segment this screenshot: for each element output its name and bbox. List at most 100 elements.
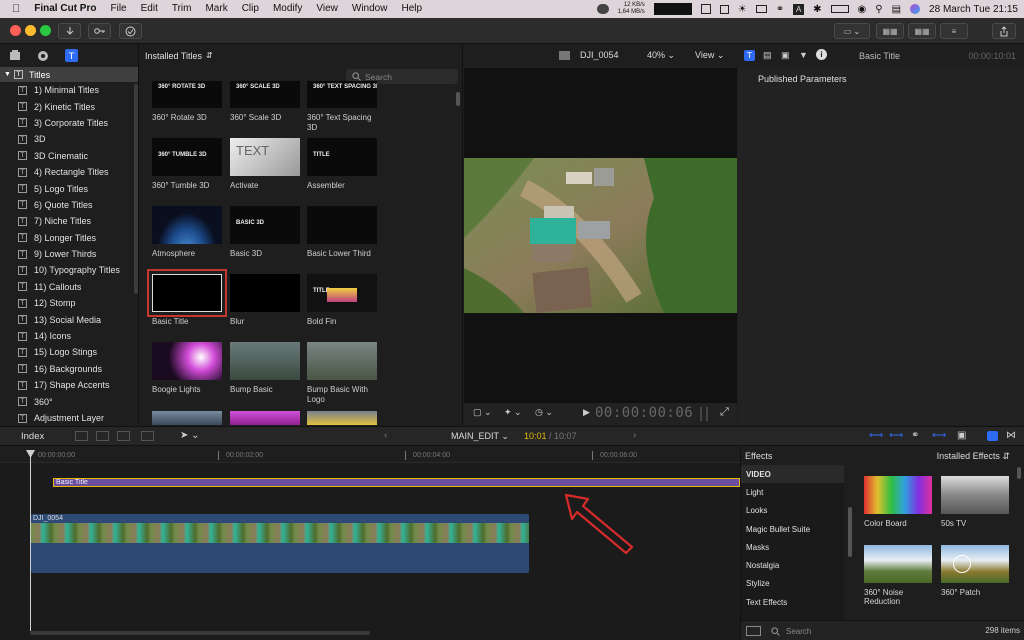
sidebar-category-item[interactable]: T 16) Backgrounds <box>0 361 138 377</box>
menu-mark[interactable]: Mark <box>198 0 234 18</box>
sidebar-category-item[interactable]: T 4) Rectangle Titles <box>0 164 138 180</box>
sidebar-category-item[interactable]: T 13) Social Media <box>0 311 138 327</box>
browser-scrollbar[interactable] <box>456 92 460 106</box>
effects-browser-toggle-icon[interactable] <box>987 431 998 441</box>
clip-appearance-icon[interactable]: ▣ <box>957 430 966 441</box>
installed-effects-menu[interactable]: Installed Effects ⇵ <box>937 451 1010 462</box>
title-thumbnail[interactable] <box>152 206 222 244</box>
insert-clip-icon[interactable] <box>96 431 109 441</box>
timeline-forward-icon[interactable]: › <box>633 430 636 441</box>
menu-modify[interactable]: Modify <box>266 0 309 18</box>
title-thumbnail[interactable]: 360° TEXT SPACING 3D <box>307 81 377 108</box>
music-icon[interactable] <box>37 50 49 62</box>
sidebar-root-titles[interactable]: ▼ T Titles <box>0 67 138 82</box>
creative-cloud-icon[interactable] <box>596 4 609 14</box>
retime-tool-menu[interactable]: ◷ ⌄ <box>535 407 553 418</box>
menu-edit[interactable]: Edit <box>134 0 165 18</box>
viewer-timecode[interactable]: 00:00:00:06 <box>595 405 693 421</box>
minimize-window-button[interactable] <box>25 25 36 36</box>
sidebar-category-item[interactable]: T 1) Minimal Titles <box>0 82 138 98</box>
sidebar-category-item[interactable]: T 3) Corporate Titles <box>0 115 138 131</box>
effects-category-item[interactable]: Nostalgia <box>741 556 844 574</box>
title-thumbnail[interactable]: BASIC 3D <box>230 206 300 244</box>
text-inspector-tab-icon[interactable]: ▤ <box>763 50 772 61</box>
video-inspector-tab-icon[interactable]: ▣ <box>781 50 790 61</box>
title-inspector-tab[interactable]: T <box>744 50 755 61</box>
timeline-back-icon[interactable]: ‹ <box>384 430 387 441</box>
crop-icon[interactable] <box>719 4 729 14</box>
sidebar-category-item[interactable]: T Adjustment Layer <box>0 410 138 426</box>
effects-category-item[interactable]: Light <box>741 483 844 501</box>
headphones-icon[interactable]: ⚭ <box>911 430 919 441</box>
sidebar-category-item[interactable]: T 2) Kinetic Titles <box>0 98 138 114</box>
effects-category-item[interactable]: Looks <box>741 502 844 520</box>
workspace-layout-3-button[interactable]: ≡ <box>940 23 968 39</box>
title-thumbnail[interactable] <box>230 342 300 380</box>
sidebar-category-item[interactable]: T 6) Quote Titles <box>0 197 138 213</box>
share-export-button[interactable] <box>992 23 1016 39</box>
menu-help[interactable]: Help <box>394 0 429 18</box>
video-waveform-icon[interactable]: ⟷ <box>869 430 883 441</box>
import-button[interactable] <box>58 23 81 39</box>
sidebar-category-item[interactable]: T 11) Callouts <box>0 279 138 295</box>
effects-search-field[interactable]: Search <box>771 625 981 637</box>
monitor-icon[interactable] <box>755 5 767 13</box>
title-thumbnail[interactable]: TITLE <box>307 274 377 312</box>
title-thumbnail[interactable]: 360° SCALE 3D <box>230 81 300 108</box>
menu-file[interactable]: File <box>103 0 133 18</box>
keywords-button[interactable] <box>88 23 111 39</box>
view-menu[interactable]: View ⌄ <box>695 50 724 61</box>
browser-header-title[interactable]: Installed Titles <box>145 51 202 61</box>
sidebar-category-item[interactable]: T 15) Logo Stings <box>0 344 138 360</box>
zoom-window-button[interactable] <box>40 25 51 36</box>
info-inspector-tab-icon[interactable]: i <box>816 49 827 60</box>
menu-clip[interactable]: Clip <box>235 0 266 18</box>
effects-category-item[interactable]: Stylize <box>741 575 844 593</box>
effects-grid-scrollbar[interactable] <box>1017 467 1021 479</box>
timeline-scrollbar[interactable] <box>30 631 370 635</box>
transform-tool-menu[interactable]: ▢ ⌄ <box>473 407 492 418</box>
sidebar-toggle-icon[interactable] <box>746 626 761 636</box>
effects-category-item[interactable]: Masks <box>741 538 844 556</box>
effects-category-item[interactable]: Text Effects <box>741 593 844 611</box>
sidebar-category-item[interactable]: T 3D <box>0 131 138 147</box>
index-button[interactable]: Index <box>21 431 44 442</box>
title-thumbnail[interactable] <box>152 342 222 380</box>
headphones-icon[interactable]: ⚭ <box>776 4 784 15</box>
workspace-layout-2-button[interactable]: ▦▦ <box>908 23 936 39</box>
titles-generators-icon[interactable]: T <box>65 49 78 62</box>
effect-thumb-360-noise-reduction[interactable] <box>864 545 932 583</box>
apple-menu-icon[interactable]:  <box>0 0 27 18</box>
append-clip-icon[interactable] <box>117 431 130 441</box>
zoom-level-menu[interactable]: 40% ⌄ <box>647 50 675 61</box>
project-name-menu[interactable]: MAIN_EDIT ⌄ <box>451 431 509 442</box>
sidebar-category-item[interactable]: T 8) Longer Titles <box>0 230 138 246</box>
sidebar-category-item[interactable]: T 14) Icons <box>0 328 138 344</box>
keyboard-input-icon[interactable]: A <box>793 3 805 15</box>
sidebar-category-item[interactable]: T 7) Niche Titles <box>0 213 138 229</box>
siri-icon[interactable] <box>910 4 921 14</box>
enhance-tool-menu[interactable]: ✦ ⌄ <box>504 407 522 418</box>
overwrite-clip-icon[interactable] <box>141 431 154 441</box>
title-thumbnail[interactable] <box>307 342 377 380</box>
fullscreen-icon[interactable]: ⤢ <box>720 406 729 419</box>
search-spotlight-icon[interactable]: ⚲ <box>875 4 882 15</box>
workspace-layout-1-button[interactable]: ▦▦ <box>876 23 904 39</box>
effects-category-item[interactable]: Magic Bullet Suite <box>741 520 844 538</box>
title-thumbnail[interactable] <box>230 274 300 312</box>
title-thumbnail[interactable] <box>307 411 377 425</box>
menu-window[interactable]: Window <box>345 0 395 18</box>
menu-datetime[interactable]: 28 March Tue 21:15 <box>929 4 1018 15</box>
title-thumbnail[interactable]: TITLE <box>307 138 377 176</box>
disclosure-triangle-icon[interactable]: ▼ <box>4 71 11 78</box>
title-thumbnail[interactable]: TEXT <box>230 138 300 176</box>
menu-app-name[interactable]: Final Cut Pro <box>27 0 103 18</box>
sort-chevron-icon[interactable]: ⇵ <box>206 51 213 60</box>
title-thumbnail[interactable] <box>147 269 227 317</box>
sidebar-category-item[interactable]: T 5) Logo Titles <box>0 180 138 196</box>
menu-view[interactable]: View <box>309 0 345 18</box>
control-center-icon[interactable]: ▤ <box>892 4 901 15</box>
filter-inspector-tab-icon[interactable]: ▼ <box>799 50 808 60</box>
sidebar-category-item[interactable]: T 360° <box>0 393 138 409</box>
effect-thumb-360-patch[interactable] <box>941 545 1009 583</box>
